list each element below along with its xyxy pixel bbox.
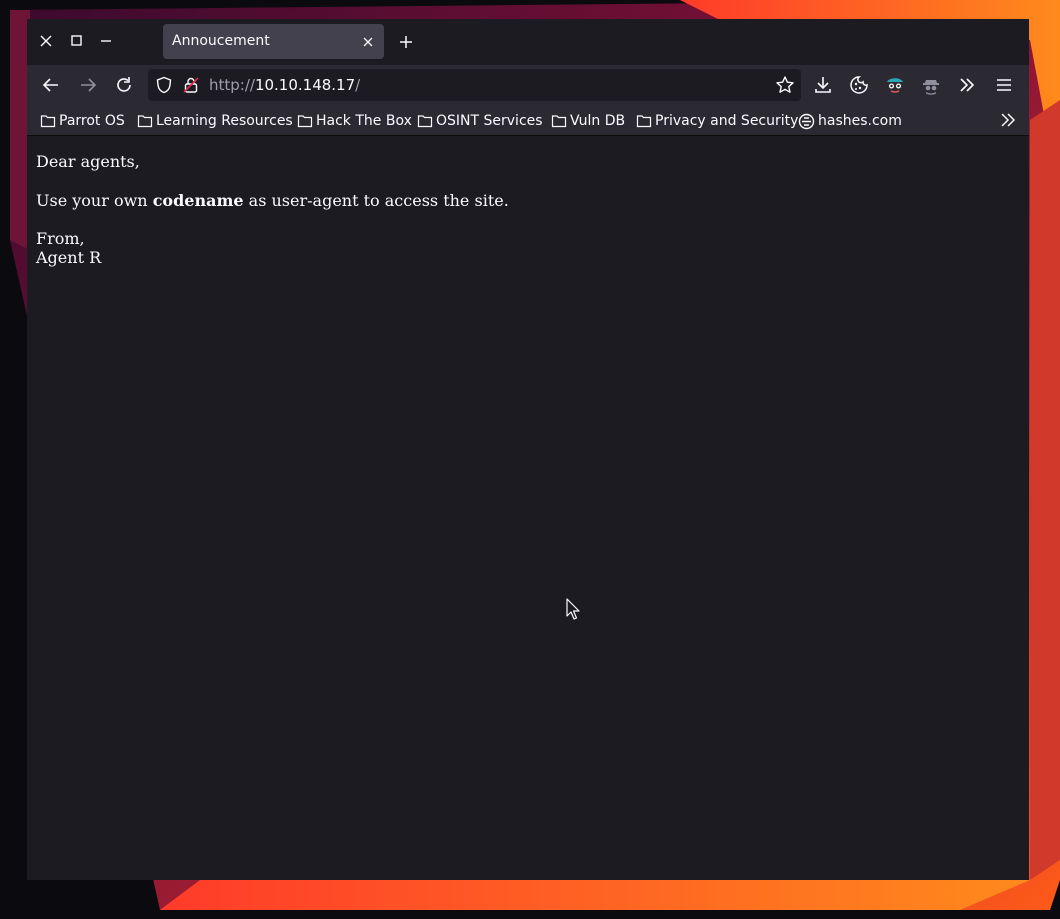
- bookmark-folder-hack-the-box[interactable]: Hack The Box: [297, 111, 412, 131]
- folder-icon: [417, 115, 433, 128]
- bookmark-label: OSINT Services: [436, 113, 543, 129]
- instruction-bold: codename: [152, 191, 244, 210]
- cookie-extension-icon[interactable]: [848, 74, 870, 96]
- bookmark-folder-learning-resources[interactable]: Learning Resources: [137, 111, 293, 131]
- tab-title: Annoucement: [172, 33, 270, 49]
- insecure-lock-icon[interactable]: [182, 76, 200, 98]
- folder-icon: [297, 115, 313, 128]
- folder-icon: [40, 115, 56, 128]
- shield-icon[interactable]: [155, 76, 173, 98]
- bookmarks-overflow-chevron-icon[interactable]: [998, 110, 1018, 134]
- instruction-before: Use your own: [36, 191, 153, 210]
- bookmark-folder-privacy-and-security[interactable]: Privacy and Security: [636, 111, 798, 131]
- title-bar: Annoucement: [27, 19, 1029, 65]
- browser-window: Annoucement http://10.10.148.17/ Parrot …: [27, 19, 1029, 880]
- more-tools-chevron-icon[interactable]: [956, 74, 978, 96]
- page-content: Dear agents, Use your own codename as us…: [27, 136, 1029, 880]
- hashes-logo-icon: [798, 113, 815, 129]
- signature-text: Agent R: [36, 248, 102, 267]
- bookmark-label: Learning Resources: [156, 113, 293, 129]
- back-arrow-icon[interactable]: [40, 74, 62, 96]
- bookmark-folder-osint-services[interactable]: OSINT Services: [417, 111, 543, 131]
- url-protocol: http://: [209, 76, 255, 94]
- url-host: 10.10.148.17: [254, 76, 356, 94]
- bookmark-label: Parrot OS: [59, 113, 125, 129]
- user-agent-switcher-icon[interactable]: [884, 74, 906, 96]
- from-text: From,: [36, 229, 85, 248]
- url-path: /: [355, 76, 361, 94]
- hamburger-menu-icon[interactable]: [993, 74, 1015, 96]
- spy-extension-icon[interactable]: [920, 74, 942, 96]
- bookmarks-toolbar: Parrot OS Learning Resources Hack The Bo…: [27, 105, 1029, 136]
- folder-icon: [551, 115, 567, 128]
- bookmark-hashes-com[interactable]: hashes.com: [798, 111, 902, 131]
- instruction-after: as user-agent to access the site.: [243, 191, 509, 210]
- tab-active[interactable]: Annoucement: [163, 24, 384, 59]
- mouse-pointer-icon: [566, 598, 580, 620]
- folder-icon: [137, 115, 153, 128]
- bookmark-label: Hack The Box: [316, 113, 412, 129]
- new-tab-icon[interactable]: [396, 32, 416, 52]
- bookmark-label: Privacy and Security: [655, 113, 799, 129]
- close-window-icon[interactable]: [36, 32, 56, 52]
- url-text[interactable]: http://10.10.148.17/: [209, 76, 360, 94]
- bookmark-folder-parrot-os[interactable]: Parrot OS: [40, 111, 125, 131]
- greeting-text: Dear agents,: [36, 152, 140, 171]
- bookmark-star-icon[interactable]: [775, 75, 795, 99]
- maximize-window-icon[interactable]: [66, 32, 86, 52]
- bookmark-label: Vuln DB: [570, 113, 626, 129]
- minimize-window-icon[interactable]: [96, 32, 116, 52]
- navigation-toolbar: http://10.10.148.17/: [27, 65, 1029, 105]
- bookmark-label: hashes.com: [818, 113, 902, 129]
- forward-arrow-icon[interactable]: [77, 74, 99, 96]
- url-bar[interactable]: http://10.10.148.17/: [148, 69, 801, 101]
- instruction-text: Use your own codename as user-agent to a…: [36, 191, 509, 210]
- bookmark-folder-vuln-db[interactable]: Vuln DB: [551, 111, 625, 131]
- tab-close-icon[interactable]: [361, 34, 375, 48]
- reload-icon[interactable]: [113, 74, 135, 96]
- folder-icon: [636, 115, 652, 128]
- downloads-icon[interactable]: [812, 74, 834, 96]
